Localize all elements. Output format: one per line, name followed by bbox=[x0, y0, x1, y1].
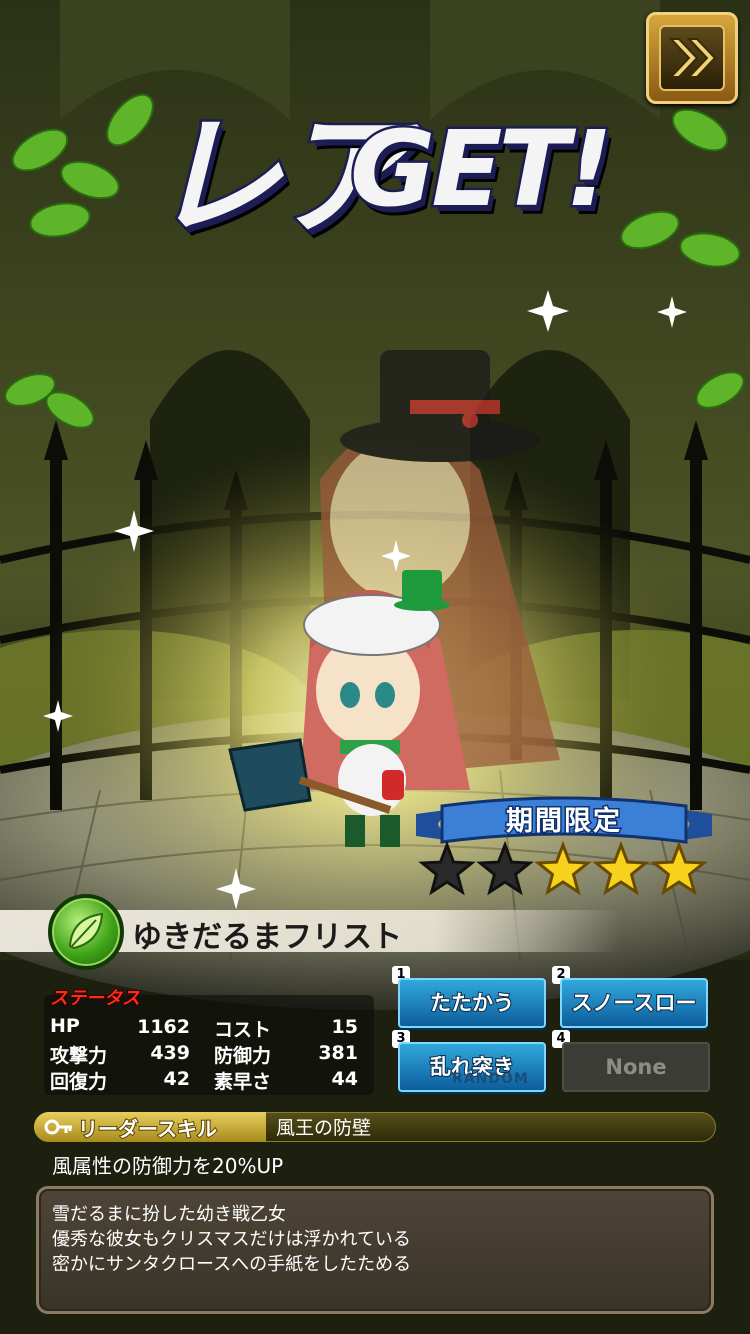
stat-value-attack: 439 bbox=[150, 1042, 190, 1064]
stat-value-hp: 1162 bbox=[137, 1016, 190, 1038]
star-empty-icon bbox=[418, 840, 476, 896]
star-filled-icon bbox=[534, 840, 592, 896]
stat-value-speed: 44 bbox=[331, 1068, 358, 1090]
title-latin: GET! bbox=[348, 106, 616, 233]
leader-skill-label: リーダースキル bbox=[77, 1116, 218, 1142]
skill-button-1[interactable]: たたかう bbox=[398, 978, 546, 1028]
fast-forward-icon bbox=[659, 25, 725, 91]
character-name: ゆきだるまフリスト bbox=[132, 920, 402, 955]
stat-label-recovery: 回復力 bbox=[50, 1071, 108, 1093]
star-filled-icon bbox=[650, 840, 708, 896]
leaf-element-icon bbox=[48, 894, 124, 970]
skip-button[interactable] bbox=[646, 12, 738, 104]
stat-label-defense: 防御力 bbox=[214, 1045, 272, 1067]
rare-get-title: レア GET! bbox=[148, 70, 616, 257]
key-icon bbox=[44, 1116, 74, 1138]
stat-label-attack: 攻撃力 bbox=[50, 1045, 108, 1067]
status-title: ステータス bbox=[49, 987, 141, 1010]
flavor-line-2: 優秀な彼女もクリスマスだけは浮かれている bbox=[52, 1229, 411, 1250]
stat-label-hp: HP bbox=[50, 1015, 80, 1037]
stat-label-speed: 素早さ bbox=[214, 1071, 272, 1093]
skill-label-4: None bbox=[605, 1055, 667, 1079]
stat-label-cost: コスト bbox=[214, 1019, 272, 1041]
skill-label-2: スノースロー bbox=[571, 990, 698, 1016]
stat-value-recovery: 42 bbox=[163, 1068, 190, 1090]
leader-skill-name: 風王の防壁 bbox=[276, 1117, 372, 1139]
star-empty-icon bbox=[476, 840, 534, 896]
flavor-line-3: 密かにサンタクロースへの手紙をしたためる bbox=[52, 1254, 412, 1275]
stat-value-cost: 15 bbox=[331, 1016, 358, 1038]
flavor-line-1: 雪だるまに扮した幼き戦乙女 bbox=[52, 1204, 286, 1225]
star-filled-icon bbox=[592, 840, 650, 896]
random-tag: RANDOM bbox=[452, 1071, 529, 1087]
leader-skill-description: 風属性の防御力を20%UP bbox=[52, 1154, 284, 1178]
skill-button-4[interactable]: None bbox=[562, 1042, 710, 1092]
stat-value-defense: 381 bbox=[318, 1042, 358, 1064]
skill-label-1: たたかう bbox=[429, 990, 515, 1016]
skill-button-2[interactable]: スノースロー bbox=[560, 978, 708, 1028]
rarity-stars bbox=[418, 840, 708, 902]
